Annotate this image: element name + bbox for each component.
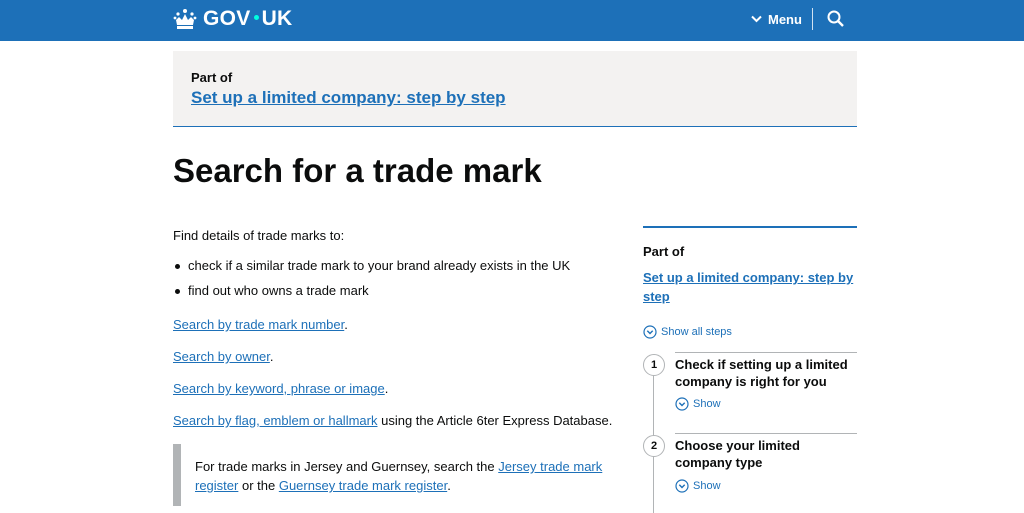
sidebar-step-by-step-link[interactable]: Set up a limited company: step by step bbox=[643, 268, 857, 306]
header-divider bbox=[812, 8, 813, 30]
step-number-2: 2 bbox=[643, 435, 665, 457]
chevron-down-circle-icon bbox=[675, 397, 689, 411]
part-of-label: Part of bbox=[191, 70, 233, 85]
list-item: check if a similar trade mark to your br… bbox=[173, 258, 570, 283]
step-divider bbox=[675, 433, 857, 434]
step-divider bbox=[675, 352, 857, 353]
step-title-2[interactable]: Choose your limited company type bbox=[675, 437, 857, 471]
crown-icon bbox=[173, 9, 197, 29]
logo-text: GOV UK bbox=[203, 7, 293, 30]
search-button[interactable] bbox=[826, 9, 846, 29]
list-item: find out who owns a trade mark bbox=[173, 283, 570, 308]
chevron-down-icon bbox=[751, 15, 762, 23]
logo-dot bbox=[253, 14, 259, 20]
step-2-show-button[interactable]: Show bbox=[675, 479, 721, 493]
sidebar-part-of-label: Part of bbox=[643, 244, 685, 259]
part-of-link[interactable]: Set up a limited company: step by step bbox=[191, 88, 506, 108]
menu-button[interactable]: Menu bbox=[751, 10, 802, 28]
step-title-1[interactable]: Check if setting up a limited company is… bbox=[675, 356, 857, 390]
search-by-keyword-link[interactable]: Search by keyword, phrase or image bbox=[173, 381, 385, 396]
page-title: Search for a trade mark bbox=[173, 152, 542, 189]
chevron-down-circle-icon bbox=[643, 325, 657, 339]
inset-text: For trade marks in Jersey and Guernsey, … bbox=[173, 444, 613, 506]
govuk-logo-link[interactable]: GOV UK bbox=[173, 6, 293, 32]
show-all-steps-button[interactable]: Show all steps bbox=[643, 325, 732, 339]
step-nav-sidebar: Part of Set up a limited company: step b… bbox=[643, 226, 857, 339]
link-paragraph: Search by keyword, phrase or image. bbox=[173, 381, 389, 396]
chevron-down-circle-icon bbox=[675, 479, 689, 493]
search-by-number-link[interactable]: Search by trade mark number bbox=[173, 317, 344, 332]
search-by-owner-link[interactable]: Search by owner bbox=[173, 349, 270, 364]
link-paragraph: Search by owner. bbox=[173, 349, 274, 364]
step-1-show-button[interactable]: Show bbox=[675, 397, 721, 411]
guernsey-register-link[interactable]: Guernsey trade mark register bbox=[279, 478, 447, 493]
intro-text: Find details of trade marks to: bbox=[173, 228, 345, 243]
link-paragraph: Search by flag, emblem or hallmark using… bbox=[173, 413, 613, 428]
menu-label: Menu bbox=[768, 11, 802, 27]
link-paragraph: Search by trade mark number. bbox=[173, 317, 348, 332]
site-header: GOV UK Menu bbox=[0, 0, 1024, 41]
bullet-list: check if a similar trade mark to your br… bbox=[173, 258, 570, 308]
part-of-banner: Part of Set up a limited company: step b… bbox=[173, 51, 857, 127]
search-by-flag-link[interactable]: Search by flag, emblem or hallmark bbox=[173, 413, 377, 428]
search-icon bbox=[827, 10, 844, 27]
step-number-1: 1 bbox=[643, 354, 665, 376]
